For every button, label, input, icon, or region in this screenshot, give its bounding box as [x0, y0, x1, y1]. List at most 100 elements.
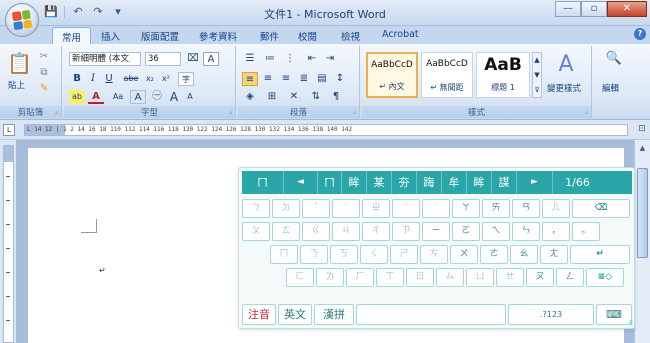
key[interactable]: ㄉ [272, 199, 300, 218]
numbering-icon[interactable]: ≔ [262, 52, 278, 66]
candidate-item[interactable]: 某 [367, 171, 392, 194]
tab-acrobat[interactable]: Acrobat [382, 29, 419, 40]
shrink-font-button[interactable]: A [182, 90, 198, 104]
align-left-icon[interactable]: ≡ [242, 72, 258, 86]
tab-mailings[interactable]: 郵件 [260, 29, 279, 43]
tab-home[interactable]: 常用 [52, 27, 92, 45]
paste-label[interactable]: 貼上 [8, 79, 25, 91]
tab-insert[interactable]: 插入 [101, 29, 120, 43]
italic-button[interactable]: I [85, 72, 101, 86]
style-no-spacing[interactable]: AaBbCcD ↵ 無間距 [421, 52, 473, 98]
change-styles-label[interactable]: 變更樣式 [547, 82, 581, 94]
maximize-button[interactable]: ▫ [581, 1, 607, 17]
keyboard-toggle-icon[interactable]: ⌨ [596, 304, 632, 325]
font-launcher-icon[interactable]: ⌟ [229, 107, 232, 115]
justify-icon[interactable]: ≣ [296, 72, 312, 86]
scroll-up-icon[interactable]: ▲ [637, 142, 648, 154]
styles-launcher-icon[interactable]: ⌟ [585, 107, 588, 115]
key[interactable]: ㄅ [242, 199, 270, 218]
tab-selector-button[interactable]: L [3, 124, 15, 136]
key[interactable]: ㄍ [302, 222, 330, 241]
horizontal-ruler[interactable]: L 14 12 | 1 2 14 16 18 110 112 114 116 1… [24, 124, 628, 136]
subscript-button[interactable]: x₂ [142, 72, 158, 86]
enter-key[interactable]: ↵ [570, 245, 630, 264]
key[interactable]: ㄘ [420, 245, 448, 264]
editing-label[interactable]: 編輯 [602, 82, 619, 94]
format-painter-icon[interactable]: ✎ [36, 82, 52, 96]
candidate-item[interactable]: 謀 [492, 171, 517, 194]
vertical-scrollbar[interactable]: ▲ [634, 140, 650, 343]
styles-scroll-icon[interactable]: ▲ ▼ ⊽ [532, 52, 542, 98]
clear-format-icon[interactable]: ⌧ [185, 52, 201, 66]
tab-review[interactable]: 校閱 [298, 29, 317, 43]
clipboard-launcher-icon[interactable]: ⌟ [55, 107, 58, 115]
key[interactable]: ， [542, 222, 570, 241]
key[interactable]: ㄨ [450, 245, 478, 264]
close-button[interactable]: ✕ [607, 1, 647, 17]
change-case-button[interactable]: Aa [108, 90, 128, 104]
key[interactable]: ㄕ [390, 245, 418, 264]
show-marks-icon[interactable]: ¶ [328, 90, 344, 104]
key[interactable]: ㄢ [512, 199, 540, 218]
key[interactable]: ㄣ [512, 222, 540, 241]
strikethrough-button[interactable]: abe [121, 72, 141, 86]
candidate-prev-icon[interactable]: ◄ [284, 171, 318, 194]
find-icon[interactable]: 🔍 [605, 52, 623, 72]
key[interactable]: ㄐ [332, 222, 360, 241]
line-spacing-icon[interactable]: ↕ [332, 72, 348, 86]
superscript-button[interactable]: x² [158, 72, 174, 86]
key[interactable]: ㄓ [362, 199, 390, 218]
key[interactable]: ㄠ [510, 245, 538, 264]
key[interactable]: ㄖ [406, 268, 434, 287]
char-shading-icon[interactable]: A [130, 90, 146, 104]
sort-icon[interactable]: ⇅ [308, 90, 324, 104]
key[interactable]: ㄥ [556, 268, 584, 287]
decrease-indent-icon[interactable]: ⇤ [304, 52, 320, 66]
key[interactable]: ㄑ [360, 245, 388, 264]
borders-icon[interactable]: ⊞ [264, 90, 280, 104]
candidate-item[interactable]: 眸 [342, 171, 367, 194]
tab-view[interactable]: 檢視 [341, 29, 360, 43]
font-color-icon[interactable]: A [88, 90, 104, 104]
align-center-icon[interactable]: ≡ [260, 72, 276, 86]
key[interactable]: ㄔ [362, 222, 390, 241]
candidate-item[interactable]: 眸 [467, 171, 492, 194]
phonetic-guide-icon[interactable]: 字 [178, 72, 194, 86]
asian-layout-icon[interactable]: ✕ [286, 90, 302, 104]
scrollbar-thumb[interactable] [637, 168, 648, 258]
help-icon[interactable]: ? [634, 28, 646, 40]
multilevel-list-icon[interactable]: ⋮ [282, 52, 298, 66]
char-border-icon[interactable]: A [203, 52, 219, 66]
candidate-item[interactable]: ㄇ [318, 171, 342, 194]
change-styles-icon[interactable]: A [548, 52, 584, 78]
vertical-ruler[interactable] [3, 145, 14, 343]
key[interactable]: ㄞ [482, 199, 510, 218]
candidate-item[interactable]: 夯 [392, 171, 417, 194]
zhuyin-mode-button[interactable]: 注音 [242, 304, 276, 325]
key[interactable]: ㄚ [452, 199, 480, 218]
minimize-button[interactable]: — [555, 1, 581, 17]
font-size-input[interactable]: 36 [145, 52, 181, 66]
increase-indent-icon[interactable]: ⇥ [322, 52, 338, 66]
cut-icon[interactable]: ✂ [36, 50, 52, 64]
view-ruler-icon[interactable]: ⊡ [636, 122, 648, 136]
english-mode-button[interactable]: 英文 [278, 304, 312, 325]
key[interactable]: ㄡ [526, 268, 554, 287]
key[interactable]: ㄏ [346, 268, 374, 287]
key[interactable]: ㄎ [330, 245, 358, 264]
key[interactable]: ㄙ [436, 268, 464, 287]
key[interactable]: ㄦ [542, 199, 570, 218]
key[interactable]: ㄜ [480, 245, 508, 264]
highlight-icon[interactable]: ab [69, 90, 85, 104]
space-key[interactable] [356, 304, 506, 325]
key[interactable]: ㄟ [482, 222, 510, 241]
key[interactable]: ˊ [392, 199, 420, 218]
key[interactable]: ㄇ [270, 245, 298, 264]
key[interactable]: ㄆ [242, 222, 270, 241]
key[interactable]: ㄈ [286, 268, 314, 287]
key[interactable]: ㄋ [300, 245, 328, 264]
tab-page-layout[interactable]: 版面配置 [141, 29, 179, 43]
candidate-next-icon[interactable]: ► [517, 171, 553, 194]
copy-icon[interactable]: ⧉ [36, 66, 52, 80]
grow-font-button[interactable]: A [166, 90, 182, 104]
